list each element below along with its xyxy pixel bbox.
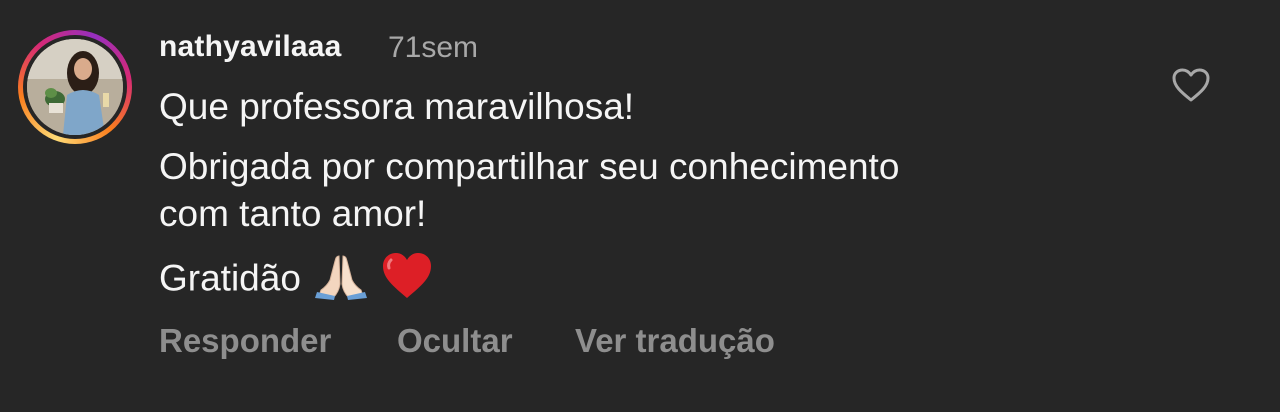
red-heart-emoji: [381, 252, 433, 309]
comment-text-line-4: Gratidão: [159, 252, 433, 309]
comment-text-line-2: Obrigada por compartilhar seu conhecimen…: [159, 146, 900, 187]
avatar-story-ring[interactable]: [18, 30, 132, 144]
comment: nathyavilaaa 71sem Que professora maravi…: [0, 0, 1280, 412]
avatar-photo: [27, 39, 123, 135]
comment-text-line-1: Que professora maravilhosa!: [159, 86, 635, 127]
comment-text-gratitude: Gratidão: [159, 257, 301, 299]
praying-hands-emoji: [314, 252, 367, 309]
reply-button[interactable]: Responder: [159, 322, 331, 360]
like-heart-button[interactable]: [1170, 66, 1212, 104]
timestamp: 71sem: [388, 31, 479, 64]
avatar: [27, 39, 123, 135]
username[interactable]: nathyavilaaa: [159, 30, 342, 64]
avatar-ring-gap: [23, 35, 127, 139]
see-translation-button[interactable]: Ver tradução: [575, 322, 775, 360]
heart-outline-icon: [1172, 68, 1210, 102]
hide-button[interactable]: Ocultar: [397, 322, 513, 360]
comment-text-line-3: com tanto amor!: [159, 193, 427, 234]
